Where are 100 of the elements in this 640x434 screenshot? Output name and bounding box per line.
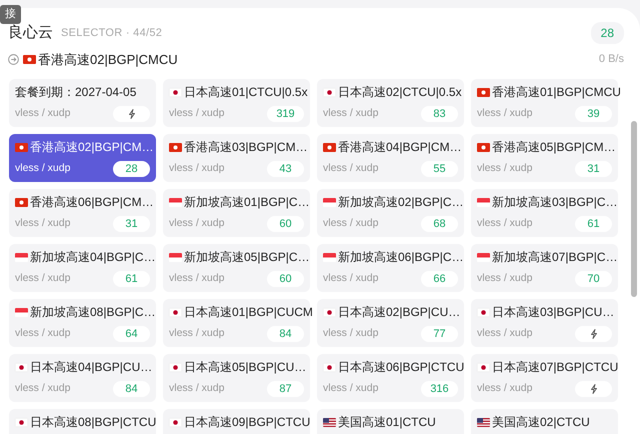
proxy-name: 新加坡高速01|BGP|C…	[184, 195, 310, 209]
protocol-text: vless / xudp	[15, 161, 70, 176]
proxy-card[interactable]: 香港高速03|BGP|CM… vless / xudp 43	[163, 134, 310, 182]
flag-icon	[477, 363, 490, 372]
proxy-name: 新加坡高速04|BGP|C…	[30, 250, 156, 264]
flag-icon	[323, 88, 336, 97]
proxy-card[interactable]: 新加坡高速04|BGP|C… vless / xudp 61	[9, 244, 156, 292]
protocol-text: vless / xudp	[323, 161, 378, 176]
flag-icon	[477, 418, 490, 427]
proxy-card[interactable]: 日本高速02|BGP|CU… vless / xudp 77	[317, 299, 464, 347]
flag-icon	[323, 198, 336, 207]
proxy-card[interactable]: 美国高速01|CTCU	[317, 409, 464, 434]
proxy-name: 日本高速06|BGP|CTCU	[338, 360, 464, 374]
flag-icon	[23, 54, 36, 64]
protocol-text: vless / xudp	[477, 326, 532, 342]
proxy-card[interactable]: 新加坡高速05|BGP|C… vless / xudp 60	[163, 244, 310, 292]
proxy-name: 美国高速01|CTCU	[338, 415, 436, 429]
proxy-card[interactable]: 日本高速07|BGP|CTCU vless / xudp	[471, 354, 618, 402]
proxy-name: 香港高速03|BGP|CM…	[184, 140, 308, 154]
proxy-card[interactable]: 日本高速02|CTCU|0.5x vless / xudp 83	[317, 79, 464, 127]
proxy-name: 香港高速06|BGP|CM…	[30, 195, 154, 209]
protocol-text: vless / xudp	[169, 216, 224, 232]
proxy-name: 新加坡高速06|BGP|C…	[338, 250, 464, 264]
proxy-card[interactable]: 新加坡高速07|BGP|C… vless / xudp 70	[471, 244, 618, 292]
proxy-card[interactable]: 香港高速06|BGP|CM… vless / xudp 31	[9, 189, 156, 237]
proxy-name: 新加坡高速07|BGP|C…	[492, 250, 618, 264]
protocol-text: vless / xudp	[15, 216, 70, 232]
flag-icon	[323, 253, 336, 262]
protocol-text: vless / xudp	[323, 106, 378, 122]
flag-icon	[15, 143, 28, 152]
test-button[interactable]	[575, 381, 612, 397]
test-button[interactable]	[575, 326, 612, 342]
proxy-name: 日本高速09|BGP|CTCU	[184, 415, 310, 429]
protocol-text: vless / xudp	[323, 326, 378, 342]
proxy-card[interactable]: 日本高速01|BGP|CUCM vless / xudp 84	[163, 299, 310, 347]
proxy-name: 日本高速03|BGP|CU…	[492, 305, 614, 319]
proxy-name: 香港高速01|BGP|CMCU	[492, 85, 621, 99]
protocol-text: vless / xudp	[169, 106, 224, 122]
proxy-card[interactable]: 日本高速01|CTCU|0.5x vless / xudp 319	[163, 79, 310, 127]
proxy-card[interactable]: 新加坡高速06|BGP|C… vless / xudp 66	[317, 244, 464, 292]
flag-icon	[477, 253, 490, 262]
protocol-text: vless / xudp	[323, 216, 378, 232]
protocol-text: vless / xudp	[169, 271, 224, 286]
lightning-icon	[590, 329, 598, 339]
proxy-card[interactable]: 香港高速01|BGP|CMCU vless / xudp 39	[471, 79, 618, 127]
proxy-card[interactable]: 日本高速03|BGP|CU… vless / xudp	[471, 299, 618, 347]
flag-icon	[15, 253, 28, 262]
proxy-card[interactable]: 套餐到期：2027-04-05 vless / xudp	[9, 79, 156, 127]
proxy-card[interactable]: 新加坡高速02|BGP|C… vless / xudp 68	[317, 189, 464, 237]
proxy-card[interactable]: 日本高速06|BGP|CTCU vless / xudp 316	[317, 354, 464, 402]
flag-icon	[169, 143, 182, 152]
flag-icon	[169, 198, 182, 207]
protocol-text: vless / xudp	[15, 271, 70, 286]
flag-icon	[15, 198, 28, 207]
test-button[interactable]	[113, 106, 150, 122]
current-proxy: 香港高速02|BGP|CMCU	[38, 50, 178, 69]
proxy-name: 新加坡高速08|BGP|C…	[30, 305, 156, 319]
proxy-card[interactable]: 美国高速02|CTCU	[471, 409, 618, 434]
group-meta: SELECTOR · 44/52	[61, 26, 162, 41]
proxy-card[interactable]: 日本高速04|BGP|CU… vless / xudp 84	[9, 354, 156, 402]
proxy-card[interactable]: 新加坡高速01|BGP|C… vless / xudp 60	[163, 189, 310, 237]
protocol-text: vless / xudp	[15, 106, 70, 122]
proxy-card[interactable]: 日本高速09|BGP|CTCU	[163, 409, 310, 434]
proxy-name: 香港高速04|BGP|CM…	[338, 140, 462, 154]
proxy-name: 日本高速01|BGP|CUCM	[184, 305, 313, 319]
arrow-circle-icon	[8, 54, 19, 65]
protocol-text: vless / xudp	[477, 271, 532, 286]
flag-icon	[169, 363, 182, 372]
protocol-text: vless / xudp	[15, 326, 70, 342]
flag-icon	[477, 88, 490, 97]
protocol-text: vless / xudp	[477, 216, 532, 232]
proxy-name: 美国高速02|CTCU	[492, 415, 590, 429]
flag-icon	[323, 363, 336, 372]
protocol-text: vless / xudp	[169, 326, 224, 342]
protocol-text: vless / xudp	[477, 161, 532, 176]
group-name: 良心云	[8, 23, 53, 43]
flag-icon	[169, 253, 182, 262]
proxy-card[interactable]: 香港高速02|BGP|CM… vless / xudp 28	[9, 134, 156, 182]
proxy-name: 新加坡高速05|BGP|C…	[184, 250, 310, 264]
protocol-text: vless / xudp	[169, 381, 224, 396]
lightning-icon	[128, 109, 136, 119]
proxy-name: 日本高速02|CTCU|0.5x	[338, 85, 462, 99]
proxy-card[interactable]: 日本高速08|BGP|CTCU	[9, 409, 156, 434]
flag-icon	[323, 308, 336, 317]
proxy-card[interactable]: 香港高速05|BGP|CM… vless / xudp 31	[471, 134, 618, 182]
lightning-icon	[590, 384, 598, 394]
flag-icon	[169, 418, 182, 427]
proxy-card[interactable]: 新加坡高速03|BGP|C… vless / xudp 61	[471, 189, 618, 237]
protocol-text: vless / xudp	[477, 106, 532, 122]
protocol-text: vless / xudp	[477, 381, 532, 396]
proxy-card[interactable]: 新加坡高速08|BGP|C… vless / xudp 64	[9, 299, 156, 347]
proxy-name: 日本高速04|BGP|CU…	[30, 360, 152, 374]
speed-text: 0 B/s	[598, 52, 624, 67]
flag-icon	[323, 143, 336, 152]
delay-badge: 28	[590, 22, 624, 44]
proxy-name: 日本高速08|BGP|CTCU	[30, 415, 156, 429]
proxy-card[interactable]: 日本高速05|BGP|CU… vless / xudp 87	[163, 354, 310, 402]
proxy-card[interactable]: 香港高速04|BGP|CM… vless / xudp 55	[317, 134, 464, 182]
flag-icon	[169, 88, 182, 97]
flag-icon	[477, 308, 490, 317]
